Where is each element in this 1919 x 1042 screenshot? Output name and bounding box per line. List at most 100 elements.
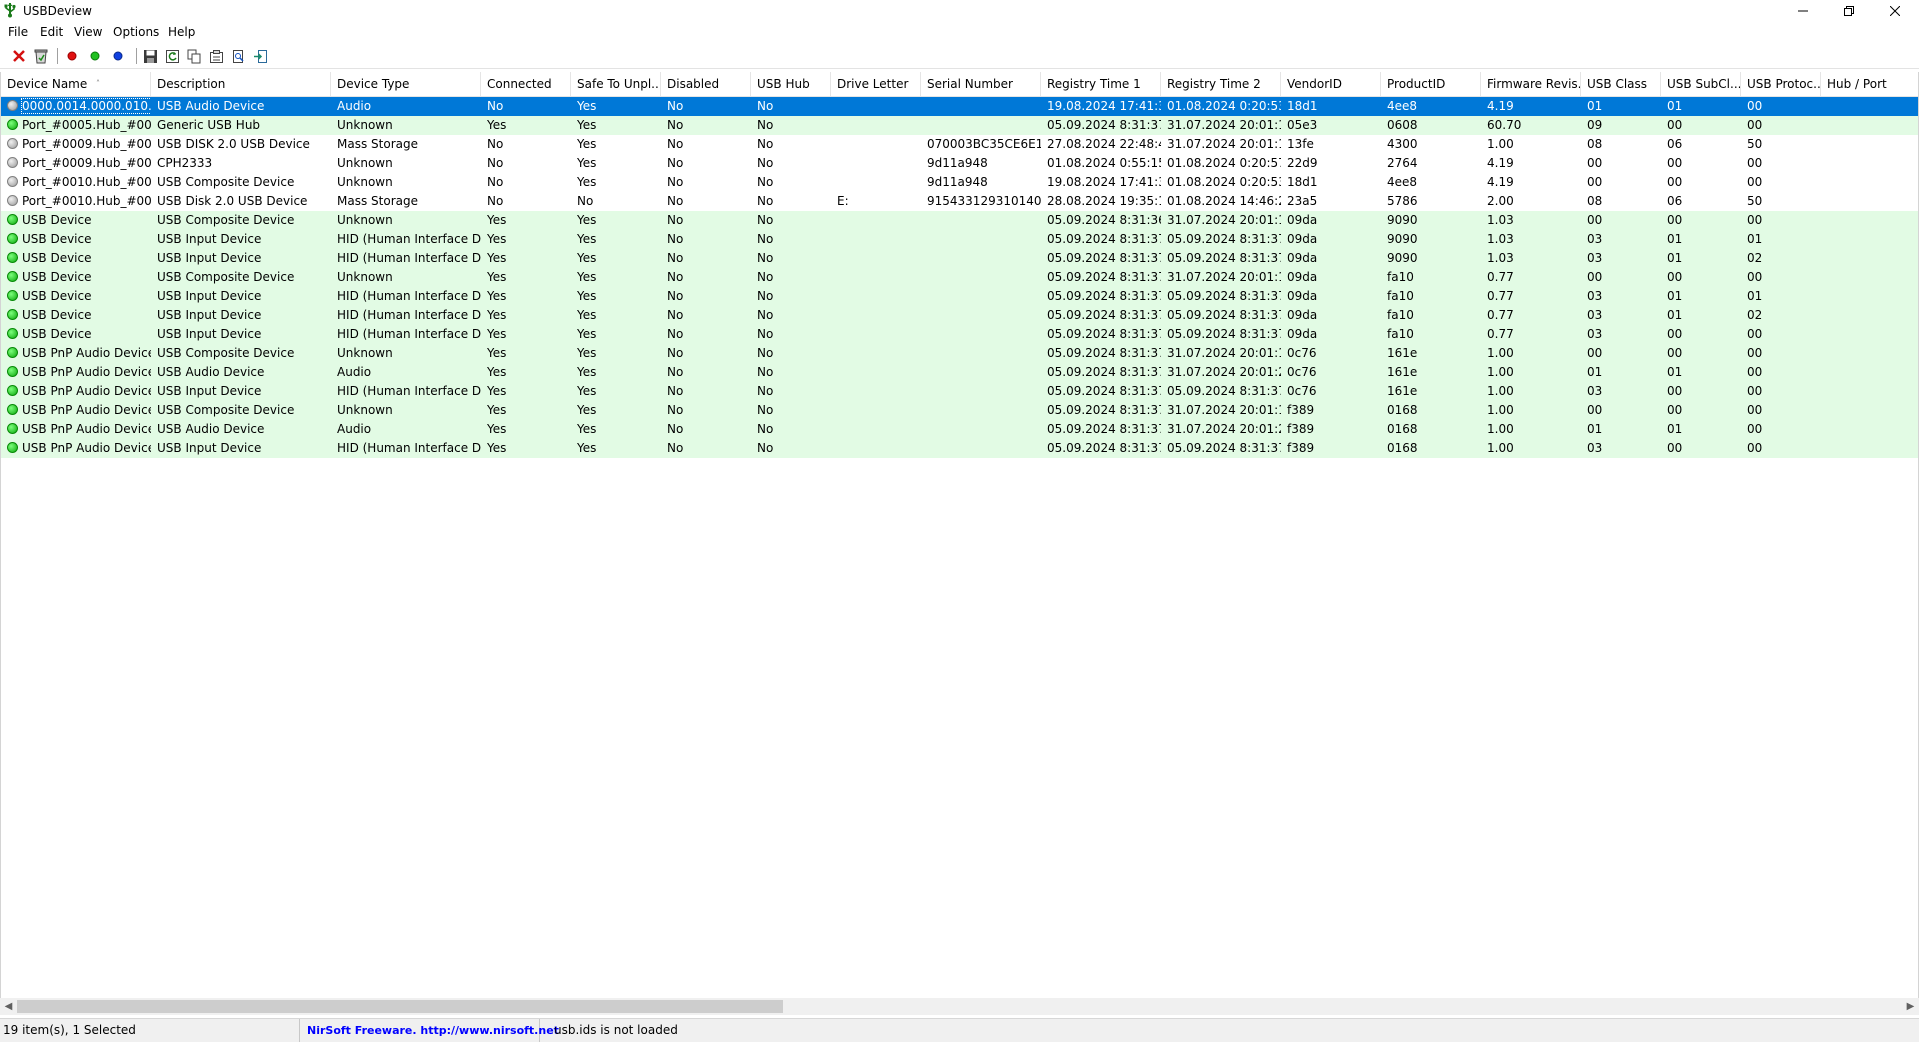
minimize-button[interactable] bbox=[1780, 0, 1826, 22]
uninstall-button[interactable] bbox=[31, 46, 51, 66]
cell-usb-class: 08 bbox=[1587, 137, 1603, 151]
cell-hub-port bbox=[1821, 211, 1918, 230]
table-row[interactable]: USB Device USB Composite Device Unknown Yes… bbox=[1, 268, 1918, 287]
cell-description: USB Composite Device bbox=[157, 213, 295, 227]
column-header-usb-subclass[interactable]: USB SubCl... bbox=[1661, 72, 1741, 96]
device-name-text: Port_#0010.Hub_#0001 bbox=[22, 194, 151, 208]
nirsoft-link[interactable]: NirSoft Freeware. http://www.nirsoft.net bbox=[300, 1019, 559, 1042]
cell-usb-hub: No bbox=[757, 251, 774, 265]
cell-safe-to-unplug: Yes bbox=[577, 232, 597, 246]
cell-description: USB Input Device bbox=[157, 441, 262, 455]
table-row[interactable]: USB Device USB Composite Device Unknown Yes… bbox=[1, 211, 1918, 230]
column-header-registry-time-1[interactable]: Registry Time 1 bbox=[1041, 72, 1161, 96]
menu-file[interactable]: File bbox=[6, 25, 30, 39]
table-row[interactable]: USB PnP Audio Device USB Composite Device… bbox=[1, 344, 1918, 363]
column-header-disabled[interactable]: Disabled bbox=[661, 72, 751, 96]
cell-drive-letter bbox=[831, 268, 921, 287]
cell-hub-port bbox=[1821, 97, 1918, 116]
column-header-product-id[interactable]: ProductID bbox=[1381, 72, 1481, 96]
column-header-firmware-revision[interactable]: Firmware Revis... bbox=[1481, 72, 1581, 96]
copy-button[interactable] bbox=[184, 46, 204, 66]
cell-usb-class: 03 bbox=[1587, 327, 1603, 341]
close-button[interactable] bbox=[1872, 0, 1918, 22]
column-header-connected[interactable]: Connected bbox=[481, 72, 571, 96]
cell-description: USB Input Device bbox=[157, 289, 262, 303]
scroll-left-icon[interactable]: ◀ bbox=[0, 998, 17, 1015]
column-header-usb-protocol[interactable]: USB Protoc... bbox=[1741, 72, 1821, 96]
cell-safe-to-unplug: Yes bbox=[577, 213, 597, 227]
html-report-button[interactable] bbox=[228, 46, 248, 66]
table-row[interactable]: USB PnP Audio Device USB Input Device HID … bbox=[1, 382, 1918, 401]
cell-firmware-revision: 0.77 bbox=[1487, 308, 1514, 322]
table-row[interactable]: Port_#0010.Hub_#0001 USB Disk 2.0 USB Dev… bbox=[1, 192, 1918, 211]
exit-button[interactable] bbox=[250, 46, 270, 66]
column-header-usb-hub[interactable]: USB Hub bbox=[751, 72, 831, 96]
column-header-usb-class[interactable]: USB Class bbox=[1581, 72, 1661, 96]
table-row[interactable]: USB Device USB Input Device HID (Human Int… bbox=[1, 325, 1918, 344]
cell-usb-subclass: 00 bbox=[1667, 327, 1683, 341]
cell-firmware-revision: 4.19 bbox=[1487, 156, 1514, 170]
column-header-description[interactable]: Description bbox=[151, 72, 331, 96]
table-row[interactable]: Port_#0009.Hub_#0001 USB DISK 2.0 USB Dev… bbox=[1, 135, 1918, 154]
enable-button[interactable] bbox=[85, 46, 105, 66]
cell-usb-hub: No bbox=[757, 422, 774, 436]
disable-button[interactable] bbox=[62, 46, 82, 66]
cell-registry-time-1: 19.08.2024 17:41:34 bbox=[1047, 99, 1161, 113]
connected-status-icon bbox=[7, 252, 18, 263]
restore-button[interactable] bbox=[1826, 0, 1872, 22]
cell-connected: Yes bbox=[487, 441, 507, 455]
table-row[interactable]: USB PnP Audio Device USB Audio Device Audi… bbox=[1, 420, 1918, 439]
scroll-right-icon[interactable]: ▶ bbox=[1902, 998, 1919, 1015]
cell-description: USB Audio Device bbox=[157, 422, 265, 436]
device-list[interactable]: Device Name ˄ Description Device Type Con… bbox=[0, 72, 1919, 999]
cell-device-type: Unknown bbox=[337, 118, 393, 132]
cell-device-type: HID (Human Interface D... bbox=[337, 289, 481, 303]
menu-view[interactable]: View bbox=[72, 25, 104, 39]
table-row[interactable]: Port_#0009.Hub_#0001 CPH2333 Unknown No Yes N… bbox=[1, 154, 1918, 173]
cell-vendor-id: 0c76 bbox=[1287, 384, 1317, 398]
column-header-hub-port[interactable]: Hub / Port bbox=[1821, 72, 1918, 96]
cell-registry-time-1: 05.09.2024 8:31:37 bbox=[1047, 346, 1161, 360]
menu-edit[interactable]: Edit bbox=[38, 25, 65, 39]
table-row[interactable]: Port_#0010.Hub_#0001 USB Composite Device… bbox=[1, 173, 1918, 192]
column-header-device-type[interactable]: Device Type bbox=[331, 72, 481, 96]
cell-drive-letter bbox=[831, 287, 921, 306]
column-header-safe-to-unplug[interactable]: Safe To Unpl... bbox=[571, 72, 661, 96]
column-header-serial-number[interactable]: Serial Number bbox=[921, 72, 1041, 96]
table-row[interactable]: USB Device USB Input Device HID (Human Int… bbox=[1, 230, 1918, 249]
properties-button[interactable] bbox=[206, 46, 226, 66]
menu-options[interactable]: Options bbox=[111, 25, 161, 39]
cell-firmware-revision: 1.00 bbox=[1487, 137, 1514, 151]
table-row[interactable]: USB PnP Audio Device USB Input Device HID … bbox=[1, 439, 1918, 458]
refresh-button[interactable] bbox=[162, 46, 182, 66]
column-header-registry-time-2[interactable]: Registry Time 2 bbox=[1161, 72, 1281, 96]
cell-usb-protocol: 00 bbox=[1747, 175, 1763, 189]
table-row[interactable]: USB PnP Audio Device USB Composite Device… bbox=[1, 401, 1918, 420]
cell-device-name: Port_#0010.Hub_#0001 bbox=[1, 192, 151, 211]
scrollbar-thumb[interactable] bbox=[17, 1000, 783, 1013]
column-header-drive-letter[interactable]: Drive Letter bbox=[831, 72, 921, 96]
table-row[interactable]: USB PnP Audio Device USB Audio Device Audi… bbox=[1, 363, 1918, 382]
disable-enable-button[interactable] bbox=[108, 46, 128, 66]
cell-device-name: USB Device bbox=[1, 230, 151, 249]
cell-device-type: Audio bbox=[337, 99, 372, 113]
cell-device-name: Port_#0009.Hub_#0001 bbox=[1, 135, 151, 154]
table-row[interactable]: USB Device USB Input Device HID (Human Int… bbox=[1, 306, 1918, 325]
table-row[interactable]: Port_#0005.Hub_#0001 Generic USB Hub Unkno… bbox=[1, 116, 1918, 135]
save-button[interactable] bbox=[140, 46, 160, 66]
column-header-vendor-id[interactable]: VendorID bbox=[1281, 72, 1381, 96]
cell-usb-protocol: 00 bbox=[1747, 441, 1763, 455]
column-header-device-name[interactable]: Device Name ˄ bbox=[1, 72, 151, 96]
table-row[interactable]: USB Device USB Input Device HID (Human Int… bbox=[1, 287, 1918, 306]
table-row[interactable]: USB Device USB Input Device HID (Human Int… bbox=[1, 249, 1918, 268]
menu-help[interactable]: Help bbox=[166, 25, 197, 39]
cell-drive-letter bbox=[831, 382, 921, 401]
delete-button[interactable] bbox=[9, 46, 29, 66]
cell-device-name: USB Device bbox=[1, 287, 151, 306]
cell-registry-time-2: 31.07.2024 20:01:22 bbox=[1167, 365, 1281, 379]
horizontal-scrollbar[interactable]: ◀ ▶ bbox=[0, 998, 1919, 1015]
device-name-text: USB PnP Audio Device bbox=[22, 384, 151, 398]
table-row[interactable]: 0000.0014.0000.010.00... USB Audio Device… bbox=[1, 97, 1918, 116]
cell-safe-to-unplug: Yes bbox=[577, 156, 597, 170]
cell-device-type: HID (Human Interface D... bbox=[337, 384, 481, 398]
